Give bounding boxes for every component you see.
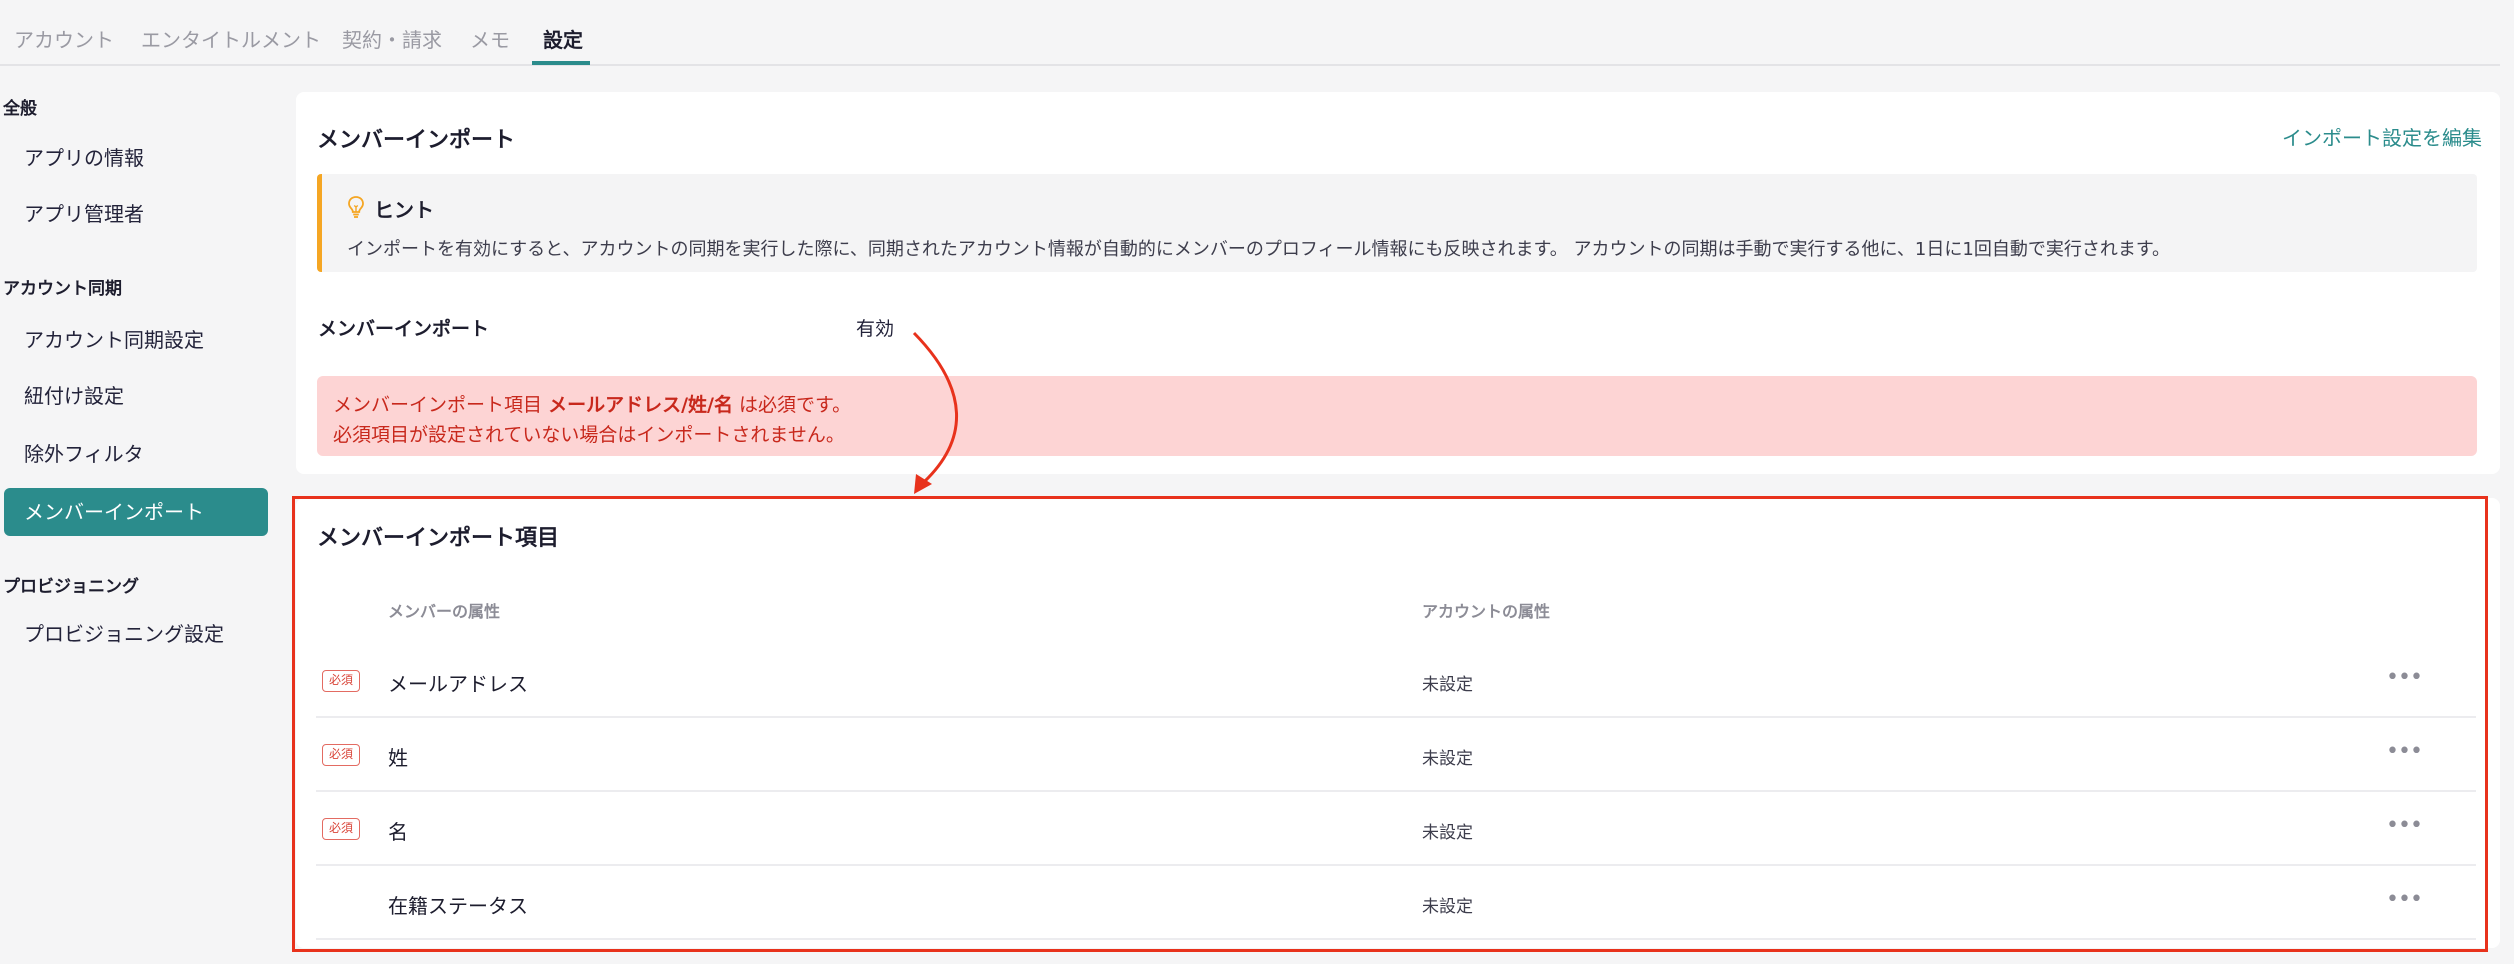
table-row: 必須 姓 未設定 •••: [316, 718, 2476, 792]
account-attribute-value: 未設定: [1422, 897, 1473, 917]
hint-title: ヒント: [374, 198, 434, 222]
member-attribute-email: メールアドレス: [388, 672, 528, 696]
tab-entitlement[interactable]: エンタイトルメント: [141, 24, 321, 53]
error-line-2: 必須項目が設定されていない場合はインポートされません。: [333, 424, 845, 446]
tab-contract-billing[interactable]: 契約・請求: [342, 24, 442, 53]
top-tab-bar: アカウント エンタイトルメント 契約・請求 メモ 設定: [0, 0, 2500, 66]
error-line-1: メンバーインポート項目 メールアドレス/姓/名 は必須です。: [333, 390, 851, 417]
sidebar-item-exclusion-filter[interactable]: 除外フィルタ: [4, 430, 268, 478]
tab-memo[interactable]: メモ: [470, 24, 510, 53]
account-attribute-value: 未設定: [1422, 675, 1473, 695]
table-row: 必須 名 未設定 •••: [316, 792, 2476, 866]
required-fields-error: メンバーインポート項目 メールアドレス/姓/名 は必須です。 必須項目が設定され…: [317, 376, 2477, 456]
member-attribute-last-name: 姓: [388, 746, 408, 770]
active-tab-indicator: [532, 61, 590, 65]
more-options-icon[interactable]: •••: [2384, 738, 2424, 766]
sidebar-item-app-info[interactable]: アプリの情報: [4, 134, 268, 182]
member-attribute-employment-status: 在籍ステータス: [388, 894, 528, 918]
tab-settings[interactable]: 設定: [543, 24, 583, 53]
sidebar-heading-account-sync: アカウント同期: [3, 279, 122, 299]
hint-box: ヒント インポートを有効にすると、アカウントの同期を実行した際に、同期されたアカ…: [317, 174, 2477, 272]
account-attribute-value: 未設定: [1422, 823, 1473, 843]
tab-account[interactable]: アカウント: [14, 24, 114, 53]
sidebar-item-provisioning-settings[interactable]: プロビジョニング設定: [4, 610, 268, 658]
more-options-icon[interactable]: •••: [2384, 812, 2424, 840]
settings-sidebar: 全般 アプリの情報 アプリ管理者 アカウント同期 アカウント同期設定 紐付け設定…: [0, 66, 272, 964]
sidebar-heading-provisioning: プロビジョニング: [3, 577, 139, 597]
table-row: 必須 メールアドレス 未設定 •••: [316, 644, 2476, 718]
column-header-account-attribute: アカウントの属性: [1422, 602, 1551, 621]
required-badge: 必須: [322, 670, 360, 692]
member-import-field-label: メンバーインポート: [318, 318, 490, 340]
sidebar-item-linking-settings[interactable]: 紐付け設定: [4, 372, 268, 420]
required-badge: 必須: [322, 818, 360, 840]
hint-text: インポートを有効にすると、アカウントの同期を実行した際に、同期されたアカウント情…: [347, 239, 2171, 260]
sidebar-item-member-import[interactable]: メンバーインポート: [4, 488, 268, 536]
account-attribute-value: 未設定: [1422, 749, 1473, 769]
more-options-icon[interactable]: •••: [2384, 886, 2424, 914]
edit-import-settings-link[interactable]: インポート設定を編集: [2282, 122, 2482, 151]
lightbulb-icon: [348, 196, 364, 218]
member-import-status-value: 有効: [856, 318, 895, 340]
member-import-title: メンバーインポート: [317, 128, 516, 153]
table-row: 在籍ステータス 未設定 •••: [316, 866, 2476, 940]
error-prefix: メンバーインポート項目: [333, 394, 543, 416]
error-suffix: は必須です。: [739, 394, 852, 416]
error-required-fields: メールアドレス/姓/名: [548, 394, 733, 416]
column-header-member-attribute: メンバーの属性: [388, 602, 501, 621]
member-attribute-first-name: 名: [388, 820, 408, 844]
sidebar-item-account-sync-settings[interactable]: アカウント同期設定: [4, 316, 268, 364]
sidebar-heading-general: 全般: [3, 99, 37, 119]
sidebar-item-app-admins[interactable]: アプリ管理者: [4, 190, 268, 238]
required-badge: 必須: [322, 744, 360, 766]
more-options-icon[interactable]: •••: [2384, 664, 2424, 692]
import-items-title: メンバーインポート項目: [317, 526, 560, 551]
member-import-card: メンバーインポート インポート設定を編集 ヒント インポートを有効にすると、アカ…: [296, 92, 2500, 474]
